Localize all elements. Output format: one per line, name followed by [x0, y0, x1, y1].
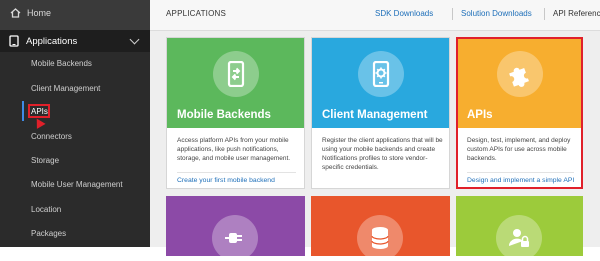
mobile-settings-icon [372, 61, 390, 87]
sidebar-item-location[interactable]: Location [31, 205, 61, 214]
card-mobile-user-management[interactable] [456, 196, 583, 261]
solution-downloads-link[interactable]: Solution Downloads [461, 9, 532, 18]
icon-circle [357, 215, 403, 261]
card-divider [467, 172, 574, 173]
card-mobile-backends[interactable]: Mobile Backends Access platform APIs fro… [166, 37, 305, 189]
sidebar-section-applications[interactable]: Applications [0, 30, 150, 52]
page-title: APPLICATIONS [166, 9, 227, 18]
icon-circle [213, 51, 259, 97]
card-description: Access platform APIs from your mobile ap… [177, 137, 291, 162]
database-icon [371, 227, 389, 249]
sidebar-item-mobile-user-management[interactable]: Mobile User Management [31, 180, 123, 189]
design-simple-api-link[interactable]: Design and implement a simple API [467, 177, 574, 184]
card-hero: APIs [457, 38, 582, 128]
card-connectors[interactable] [166, 196, 305, 261]
header-divider [544, 8, 545, 20]
sidebar-item-packages[interactable]: Packages [31, 229, 66, 238]
card-divider [177, 172, 296, 173]
plug-icon [225, 233, 242, 243]
card-title: Client Management [322, 109, 428, 121]
card-client-management[interactable]: Client Management Register the client ap… [311, 37, 450, 189]
puzzle-piece-icon [509, 67, 529, 87]
create-mobile-backend-link[interactable]: Create your first mobile backend [177, 177, 275, 184]
header-divider [452, 8, 453, 20]
tablet-icon [9, 35, 19, 47]
card-title: Mobile Backends [177, 109, 271, 121]
mobile-sync-icon [227, 61, 245, 87]
sidebar-item-connectors[interactable]: Connectors [31, 132, 72, 141]
icon-circle [497, 51, 543, 97]
card-hero: Client Management [312, 38, 449, 128]
active-indicator [22, 101, 24, 121]
sidebar-section-applications-label: Applications [26, 35, 78, 47]
sdk-downloads-link[interactable]: SDK Downloads [375, 9, 433, 18]
mouse-cursor-icon [32, 116, 46, 129]
api-reference-link[interactable]: API Reference [553, 9, 600, 18]
card-storage[interactable] [311, 196, 450, 261]
page-header: APPLICATIONS SDK Downloads Solution Down… [150, 0, 600, 31]
card-title: APIs [467, 109, 493, 121]
sidebar-item-home-label: Home [27, 8, 52, 18]
icon-circle [212, 215, 258, 261]
chevron-down-icon[interactable] [129, 34, 140, 45]
user-lock-icon [508, 229, 529, 247]
sidebar-item-storage[interactable]: Storage [31, 156, 59, 165]
home-icon [10, 8, 21, 18]
icon-circle [358, 51, 404, 97]
sidebar-item-home[interactable]: Home [0, 0, 150, 31]
card-apis[interactable]: APIs Design, test, implement, and deploy… [456, 37, 583, 189]
sidebar-item-mobile-backends[interactable]: Mobile Backends [31, 59, 92, 68]
card-description: Register the client applications that wi… [322, 137, 443, 171]
card-hero: Mobile Backends [167, 38, 304, 128]
card-description: Design, test, implement, and deploy cust… [467, 137, 571, 162]
sidebar-item-client-management[interactable]: Client Management [31, 84, 100, 93]
icon-circle [496, 215, 542, 261]
sidebar: Home Applications Mobile Backends Client… [0, 0, 150, 247]
